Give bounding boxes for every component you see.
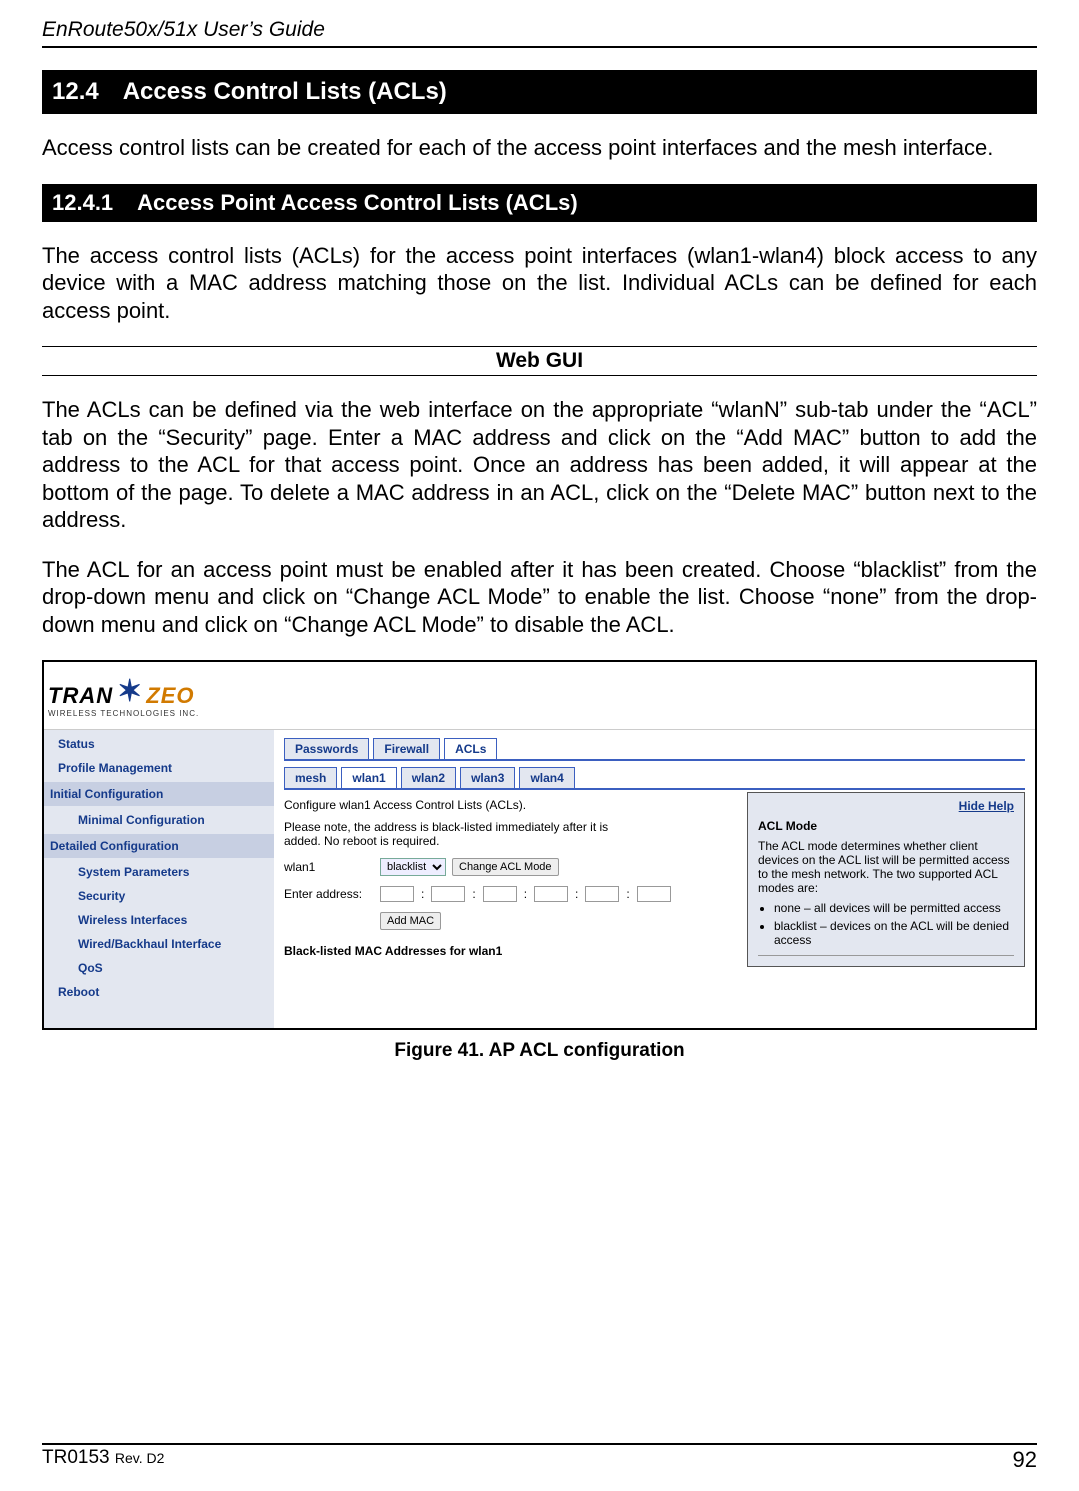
para-12-4: Access control lists can be created for … — [42, 134, 1037, 162]
tab-firewall[interactable]: Firewall — [373, 738, 440, 759]
webgui-label: Web GUI — [42, 346, 1037, 376]
heading-12-4-1: 12.4.1 Access Point Access Control Lists … — [42, 184, 1037, 222]
hide-help-link[interactable]: Hide Help — [758, 799, 1014, 813]
config-text-2: Please note, the address is black-listed… — [284, 820, 644, 848]
colon-sep: : — [523, 887, 528, 901]
mac-octet-2-input[interactable] — [431, 886, 465, 902]
mac-octet-6-input[interactable] — [637, 886, 671, 902]
para-webgui-2: The ACL for an access point must be enab… — [42, 556, 1037, 639]
tab-wlan1[interactable]: wlan1 — [341, 767, 396, 788]
sidebar-head-detailed-config: Detailed Configuration — [44, 834, 274, 858]
colon-sep: : — [471, 887, 476, 901]
colon-sep: : — [420, 887, 425, 901]
content-area: Passwords Firewall ACLs mesh wlan1 wlan2… — [274, 730, 1035, 1028]
sidebar-item-status[interactable]: Status — [44, 732, 274, 756]
sidebar: Status Profile Management Initial Config… — [44, 730, 274, 1028]
tab-mesh[interactable]: mesh — [284, 767, 337, 788]
change-acl-mode-button[interactable]: Change ACL Mode — [452, 858, 559, 876]
page-footer: TR0153 Rev. D2 92 — [42, 1443, 1037, 1473]
heading-12-4-num: 12.4 — [52, 78, 99, 106]
sidebar-item-reboot[interactable]: Reboot — [44, 980, 274, 1004]
doc-header: EnRoute50x/51x User’s Guide — [42, 18, 1037, 48]
wlan1-label: wlan1 — [284, 860, 374, 874]
help-li-none: none – all devices will be permitted acc… — [774, 901, 1014, 915]
add-mac-button[interactable]: Add MAC — [380, 912, 441, 930]
logo-subtext: WIRELESS TECHNOLOGIES INC. — [48, 709, 199, 718]
help-li-blacklist: blacklist – devices on the ACL will be d… — [774, 919, 1014, 947]
tab-row-top: Passwords Firewall ACLs — [284, 738, 1025, 761]
para-12-4-1: The access control lists (ACLs) for the … — [42, 242, 1037, 325]
sidebar-item-wireless-interfaces[interactable]: Wireless Interfaces — [44, 908, 274, 932]
tab-wlan3[interactable]: wlan3 — [460, 767, 515, 788]
tab-wlan2[interactable]: wlan2 — [401, 767, 456, 788]
logo-swirl-icon: ✶ — [113, 674, 146, 709]
config-text-1: Configure wlan1 Access Control Lists (AC… — [284, 798, 644, 812]
help-body: The ACL mode determines whether client d… — [758, 839, 1014, 895]
mac-octet-5-input[interactable] — [585, 886, 619, 902]
enter-address-label: Enter address: — [284, 887, 374, 901]
sidebar-item-profile[interactable]: Profile Management — [44, 756, 274, 780]
tab-wlan4[interactable]: wlan4 — [519, 767, 574, 788]
sidebar-item-wired-backhaul[interactable]: Wired/Backhaul Interface — [44, 932, 274, 956]
para-webgui-1: The ACLs can be defined via the web inte… — [42, 396, 1037, 534]
footer-rev: Rev. D2 — [115, 1450, 165, 1466]
acl-mode-select[interactable]: blacklist — [380, 858, 446, 876]
figure-caption: Figure 41. AP ACL configuration — [42, 1040, 1037, 1062]
help-title: ACL Mode — [758, 819, 1014, 833]
footer-left: TR0153 Rev. D2 — [42, 1447, 164, 1473]
page-number: 92 — [1013, 1447, 1037, 1473]
heading-12-4: 12.4 Access Control Lists (ACLs) — [42, 70, 1037, 114]
heading-12-4-1-title: Access Point Access Control Lists (ACLs) — [137, 190, 578, 215]
mac-octet-3-input[interactable] — [483, 886, 517, 902]
footer-doc-id: TR0153 — [42, 1447, 115, 1468]
mac-octet-4-input[interactable] — [534, 886, 568, 902]
tab-row-sub: mesh wlan1 wlan2 wlan3 wlan4 — [284, 767, 1025, 790]
sidebar-head-initial-config: Initial Configuration — [44, 782, 274, 806]
screenshot-figure-41: TRAN ✶ ZEO WIRELESS TECHNOLOGIES INC. St… — [42, 660, 1037, 1030]
logo-text-tran: TRAN — [48, 683, 113, 709]
colon-sep: : — [574, 887, 579, 901]
sidebar-item-security[interactable]: Security — [44, 884, 274, 908]
sidebar-item-minimal-config[interactable]: Minimal Configuration — [44, 808, 274, 832]
colon-sep: : — [625, 887, 630, 901]
sidebar-item-system-parameters[interactable]: System Parameters — [44, 860, 274, 884]
heading-12-4-title: Access Control Lists (ACLs) — [123, 78, 447, 105]
mac-octet-1-input[interactable] — [380, 886, 414, 902]
tab-passwords[interactable]: Passwords — [284, 738, 369, 759]
help-panel: Hide Help ACL Mode The ACL mode determin… — [747, 792, 1025, 967]
logo-bar: TRAN ✶ ZEO WIRELESS TECHNOLOGIES INC. — [44, 662, 1035, 730]
heading-12-4-1-num: 12.4.1 — [52, 190, 113, 216]
logo-text-zeo: ZEO — [146, 683, 194, 709]
sidebar-item-qos[interactable]: QoS — [44, 956, 274, 980]
tab-acls[interactable]: ACLs — [444, 738, 497, 759]
